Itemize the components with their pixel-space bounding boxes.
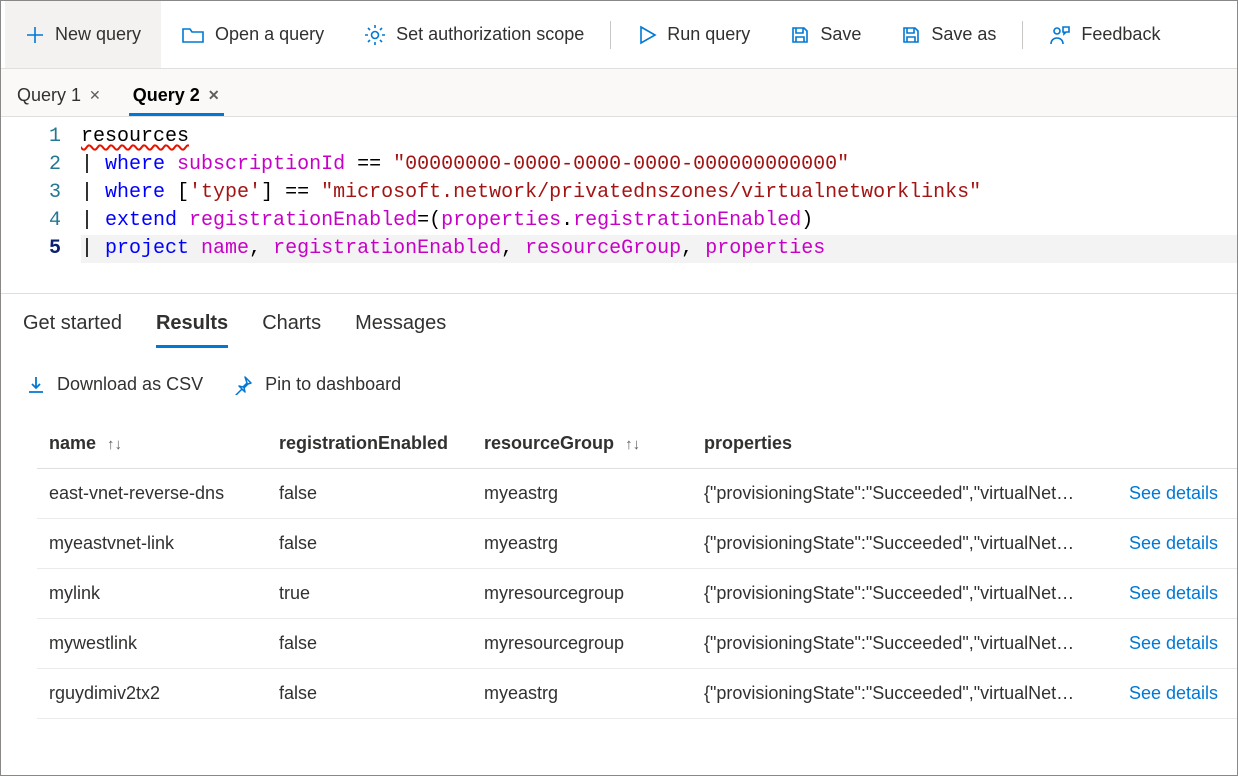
col-header-resourceGroup[interactable]: resourceGroup ↑↓ [472,419,692,469]
close-icon[interactable]: ✕ [89,87,101,104]
save-button[interactable]: Save [770,1,881,68]
cell-properties: {"provisioningState":"Succeeded","virtua… [692,519,1117,569]
new-query-label: New query [55,24,141,45]
cell-resourceGroup: myeastrg [472,669,692,719]
run-query-label: Run query [667,24,750,45]
save-as-button[interactable]: Save as [881,1,1016,68]
download-csv-label: Download as CSV [57,374,203,395]
save-as-icon [901,25,921,45]
cell-resourceGroup: myeastrg [472,469,692,519]
run-query-button[interactable]: Run query [617,1,770,68]
results-table: name ↑↓ registrationEnabled resourceGrou… [37,419,1237,719]
cell-properties: {"provisioningState":"Succeeded","virtua… [692,569,1117,619]
col-header-properties-label: properties [704,433,792,453]
auth-scope-label: Set authorization scope [396,24,584,45]
cell-properties: {"provisioningState":"Succeeded","virtua… [692,469,1117,519]
download-icon [27,376,45,394]
open-query-label: Open a query [215,24,324,45]
cell-resourceGroup: myresourcegroup [472,619,692,669]
query-tab-label: Query 2 [133,85,200,106]
sort-icon: ↑↓ [625,436,640,453]
feedback-label: Feedback [1081,24,1160,45]
cell-name: east-vnet-reverse-dns [37,469,267,519]
see-details-link[interactable]: See details [1117,619,1237,669]
open-query-button[interactable]: Open a query [161,1,344,68]
toolbar-separator [610,21,611,49]
cell-registrationEnabled: false [267,519,472,569]
code-line[interactable]: | project name, registrationEnabled, res… [81,235,1237,263]
plus-icon [25,25,45,45]
save-as-label: Save as [931,24,996,45]
code-line[interactable]: | where subscriptionId == "00000000-0000… [81,151,1237,179]
query-tabs: Query 1 ✕ Query 2 ✕ [1,69,1237,117]
col-header-name-label: name [49,433,96,453]
table-row[interactable]: myeastvnet-linkfalsemyeastrg{"provisioni… [37,519,1237,569]
table-row[interactable]: mylinktruemyresourcegroup{"provisioningS… [37,569,1237,619]
col-header-resourceGroup-label: resourceGroup [484,433,614,453]
code-line[interactable]: | extend registrationEnabled=(properties… [81,207,1237,235]
feedback-button[interactable]: Feedback [1029,1,1180,68]
col-header-registrationEnabled-label: registrationEnabled [279,433,448,453]
cell-name: myeastvnet-link [37,519,267,569]
query-tab[interactable]: Query 2 ✕ [129,75,224,116]
save-label: Save [820,24,861,45]
cell-resourceGroup: myeastrg [472,519,692,569]
cell-registrationEnabled: false [267,619,472,669]
col-header-registrationEnabled[interactable]: registrationEnabled [267,419,472,469]
col-header-properties[interactable]: properties [692,419,1117,469]
new-query-button[interactable]: New query [5,1,161,68]
cell-name: mywestlink [37,619,267,669]
table-row[interactable]: mywestlinkfalsemyresourcegroup{"provisio… [37,619,1237,669]
gear-icon [364,24,386,46]
table-header-row: name ↑↓ registrationEnabled resourceGrou… [37,419,1237,469]
cell-name: rguydimiv2tx2 [37,669,267,719]
tab-charts[interactable]: Charts [262,312,321,348]
code-editor[interactable]: 12345 resources| where subscriptionId ==… [1,117,1237,294]
toolbar: New query Open a query Set authorization… [1,1,1237,69]
tab-get-started[interactable]: Get started [23,312,122,348]
cell-properties: {"provisioningState":"Succeeded","virtua… [692,669,1117,719]
toolbar-separator [1022,21,1023,49]
cell-registrationEnabled: false [267,669,472,719]
query-tab-label: Query 1 [17,85,81,106]
code-line[interactable]: | where ['type'] == "microsoft.network/p… [81,179,1237,207]
pin-icon [233,375,253,395]
pin-dashboard-label: Pin to dashboard [265,374,401,395]
table-row[interactable]: east-vnet-reverse-dnsfalsemyeastrg{"prov… [37,469,1237,519]
tab-results[interactable]: Results [156,312,228,348]
cell-name: mylink [37,569,267,619]
query-tab[interactable]: Query 1 ✕ [13,75,105,116]
result-tabs: Get started Results Charts Messages [1,294,1237,348]
cell-registrationEnabled: true [267,569,472,619]
tab-messages[interactable]: Messages [355,312,446,348]
auth-scope-button[interactable]: Set authorization scope [344,1,604,68]
pin-dashboard-button[interactable]: Pin to dashboard [233,374,401,395]
see-details-link[interactable]: See details [1117,569,1237,619]
cell-properties: {"provisioningState":"Succeeded","virtua… [692,619,1117,669]
table-row[interactable]: rguydimiv2tx2falsemyeastrg{"provisioning… [37,669,1237,719]
cell-resourceGroup: myresourcegroup [472,569,692,619]
col-header-name[interactable]: name ↑↓ [37,419,267,469]
download-csv-button[interactable]: Download as CSV [27,374,203,395]
close-icon[interactable]: ✕ [208,87,220,104]
see-details-link[interactable]: See details [1117,469,1237,519]
see-details-link[interactable]: See details [1117,669,1237,719]
folder-open-icon [181,25,205,45]
code-line[interactable]: resources [81,123,1237,151]
sort-icon: ↑↓ [107,436,122,453]
person-feedback-icon [1049,24,1071,46]
see-details-link[interactable]: See details [1117,519,1237,569]
cell-registrationEnabled: false [267,469,472,519]
save-icon [790,25,810,45]
code-area[interactable]: resources| where subscriptionId == "0000… [81,123,1237,263]
play-icon [637,25,657,45]
result-actions: Download as CSV Pin to dashboard [1,348,1237,409]
line-number-gutter: 12345 [1,123,81,263]
